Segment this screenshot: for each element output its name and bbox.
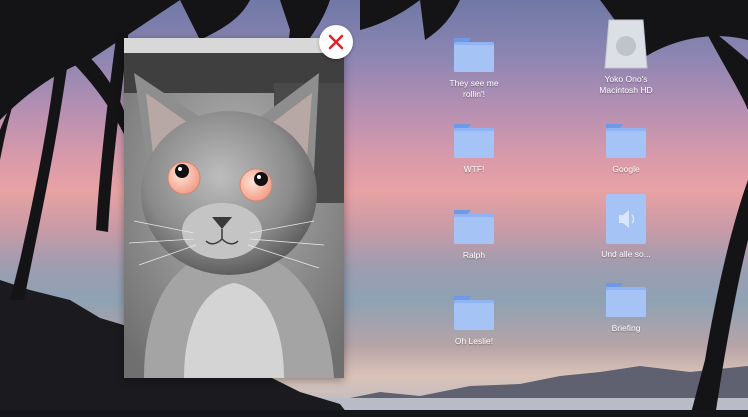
folder-icon xyxy=(606,124,646,158)
desktop-icon-wtf[interactable]: WTF! xyxy=(444,122,504,175)
icon-label: Yoko Ono's Macintosh HD xyxy=(599,74,653,95)
desktop-icon-oh-leslie[interactable]: Oh Leslie! xyxy=(444,294,504,347)
viewer-titlebar[interactable] xyxy=(124,38,344,53)
folder-icon xyxy=(606,283,646,317)
folder-icon xyxy=(454,38,494,72)
icon-label: They see me rollin'! xyxy=(449,78,499,99)
kitten-photo xyxy=(124,53,344,378)
desktop-icon-und-alle-so[interactable]: Und alle so... xyxy=(596,193,656,260)
image-viewer-window[interactable] xyxy=(124,38,344,378)
icon-label: Briefing xyxy=(611,323,641,333)
desktop-icon-ralph[interactable]: Ralph xyxy=(444,208,504,261)
desktop-icon-google[interactable]: Google xyxy=(596,122,656,175)
audio-file-icon xyxy=(606,194,646,244)
folder-icon xyxy=(454,124,494,158)
desktop-icon-they-see-me-rollin[interactable]: They see me rollin'! xyxy=(444,36,504,100)
icon-label: Ralph xyxy=(462,250,486,260)
folder-icon xyxy=(454,296,494,330)
icon-label: Google xyxy=(612,164,640,174)
folder-icon xyxy=(454,210,494,244)
desktop-icon-briefing[interactable]: Briefing xyxy=(596,281,656,334)
hard-drive-icon xyxy=(604,19,648,69)
icon-label: Oh Leslie! xyxy=(454,336,494,346)
close-icon xyxy=(328,34,344,50)
close-button[interactable] xyxy=(319,25,353,59)
icon-label: Und alle so... xyxy=(601,249,651,259)
desktop-icon-macintosh-hd[interactable]: Yoko Ono's Macintosh HD xyxy=(596,18,656,96)
icon-label: WTF! xyxy=(463,164,485,174)
